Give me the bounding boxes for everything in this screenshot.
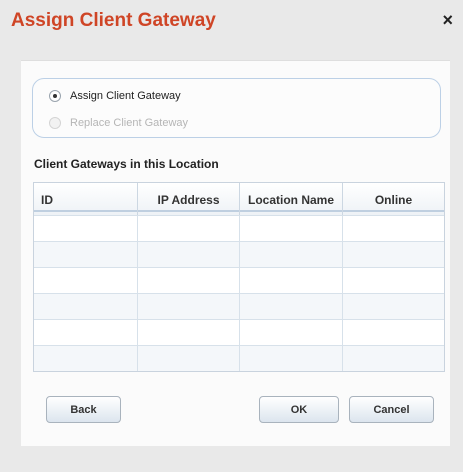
close-icon[interactable]: × [442, 10, 453, 31]
column-header-online[interactable]: Online [343, 183, 444, 215]
mode-radio-group: Assign Client Gateway Replace Client Gat… [32, 78, 441, 138]
assign-gateway-label: Assign Client Gateway [70, 90, 181, 102]
table-row [34, 345, 444, 371]
column-header-id[interactable]: ID [34, 183, 138, 215]
dialog-title: Assign Client Gateway [11, 10, 216, 31]
assign-gateway-option[interactable]: Assign Client Gateway [49, 90, 181, 102]
ok-button[interactable]: OK [259, 396, 339, 423]
table-row [34, 319, 444, 345]
back-button[interactable]: Back [46, 396, 121, 423]
radio-disabled-icon [49, 117, 61, 129]
table-row [34, 293, 444, 319]
gateways-section-label: Client Gateways in this Location [34, 157, 219, 171]
cancel-button[interactable]: Cancel [349, 396, 434, 423]
radio-selected-icon[interactable] [49, 90, 61, 102]
table-row [34, 241, 444, 267]
table-row [34, 267, 444, 293]
column-header-ip-address[interactable]: IP Address [138, 183, 240, 215]
table-header: ID IP Address Location Name Online [34, 183, 444, 215]
replace-gateway-option: Replace Client Gateway [49, 117, 188, 129]
column-header-location-name[interactable]: Location Name [240, 183, 343, 215]
dialog-body: Assign Client Gateway Replace Client Gat… [21, 60, 450, 446]
table-row [34, 215, 444, 241]
gateways-table: ID IP Address Location Name Online [33, 182, 445, 372]
replace-gateway-label: Replace Client Gateway [70, 117, 189, 129]
